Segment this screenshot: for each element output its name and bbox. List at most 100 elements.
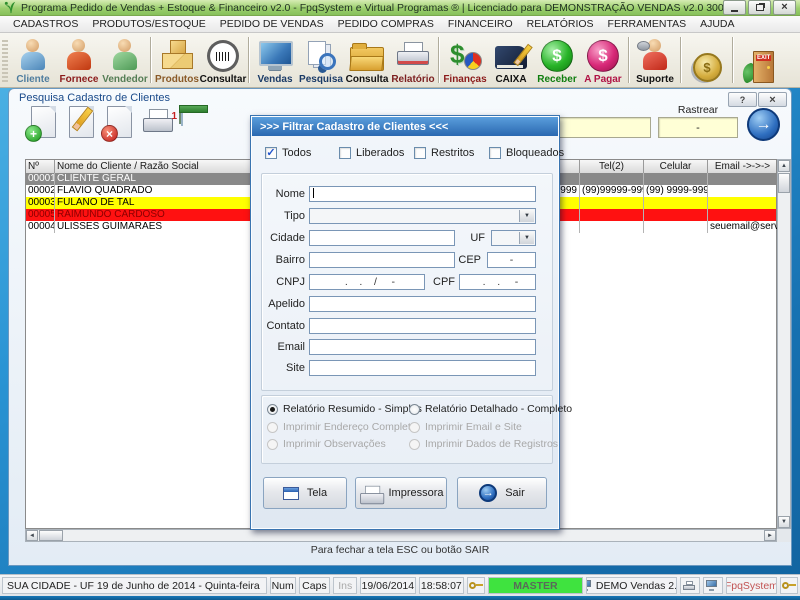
menu-pedido-vendas[interactable]: PEDIDO DE VENDAS — [213, 18, 331, 30]
horizontal-scrollbar[interactable] — [25, 529, 777, 542]
radio-icon[interactable] — [409, 404, 420, 415]
status-network-box[interactable] — [703, 577, 723, 594]
nome-field[interactable] — [309, 186, 536, 202]
add-icon: + — [25, 125, 42, 142]
site-field[interactable] — [309, 360, 536, 376]
toolbar-receber-button[interactable]: Receber — [534, 36, 580, 85]
contato-field[interactable] — [309, 318, 536, 334]
option-imprimir-endereco[interactable]: Imprimir Endereço Completo — [267, 421, 417, 433]
calendar-button[interactable] — [179, 106, 181, 124]
search-go-arrow-icon[interactable] — [747, 108, 780, 141]
toolbar-separator — [732, 37, 734, 83]
option-relatorio-resumido[interactable]: Relatório Resumido - Simples — [267, 403, 422, 415]
delete-record-button[interactable]: × — [107, 106, 132, 138]
scroll-up-icon[interactable] — [778, 160, 790, 172]
col-header-tel2[interactable]: Tel(2) — [580, 160, 644, 173]
toolbar-apagar-button[interactable]: A Pagar — [580, 36, 626, 85]
toolbar-cliente-button[interactable]: Cliente — [10, 36, 56, 85]
edit-record-button[interactable] — [69, 106, 94, 138]
impressora-button[interactable]: Impressora — [355, 477, 447, 509]
scroll-left-icon[interactable] — [26, 530, 38, 541]
toolbar-vendedor-button[interactable]: Vendedor — [102, 36, 148, 85]
tela-button[interactable]: Tela — [263, 477, 347, 509]
col-header-num[interactable]: Nº — [26, 160, 55, 173]
option-imprimir-dados-registros[interactable]: Imprimir Dados de Registros — [409, 438, 558, 450]
menu-financeiro[interactable]: FINANCEIRO — [441, 18, 520, 30]
toolbar-coin-button[interactable] — [684, 36, 730, 85]
email-field[interactable] — [309, 339, 536, 355]
cell-email — [708, 197, 778, 209]
menu-ferramentas[interactable]: FERRAMENTAS — [601, 18, 694, 30]
radio-icon[interactable] — [409, 422, 420, 433]
cep-field[interactable]: - — [487, 252, 536, 268]
toolbar-consulta-button[interactable]: Consulta — [344, 36, 390, 85]
chevron-down-icon[interactable] — [519, 210, 534, 222]
filter-liberados[interactable]: Liberados — [339, 147, 404, 159]
menu-relatorios[interactable]: RELATÓRIOS — [520, 18, 601, 30]
menu-cadastros[interactable]: CADASTROS — [6, 18, 85, 30]
status-time: 18:58:07 — [419, 577, 465, 594]
radio-icon[interactable] — [267, 439, 278, 450]
menu-ajuda[interactable]: AJUDA — [693, 18, 741, 30]
uf-select[interactable] — [491, 230, 536, 246]
radio-icon[interactable] — [267, 422, 278, 433]
cell-num: 00004 — [26, 221, 55, 233]
radio-icon[interactable] — [267, 404, 278, 415]
checkbox-icon[interactable] — [339, 147, 351, 159]
menu-pedido-compras[interactable]: PEDIDO COMPRAS — [331, 18, 441, 30]
bairro-field[interactable] — [309, 252, 455, 268]
close-icon[interactable] — [773, 0, 796, 15]
col-header-celular[interactable]: Celular — [644, 160, 708, 173]
toolbar-exit-button[interactable] — [736, 36, 782, 85]
option-relatorio-detalhado[interactable]: Relatório Detalhado - Completo — [409, 403, 572, 415]
toolbar-vendas-button[interactable]: Vendas — [252, 36, 298, 85]
add-record-button[interactable]: + — [31, 106, 56, 138]
chevron-down-icon[interactable] — [519, 232, 534, 244]
cpf-field[interactable]: . . - — [459, 274, 536, 290]
option-imprimir-email-site[interactable]: Imprimir Email e Site — [409, 421, 522, 433]
sair-button[interactable]: Sair — [457, 477, 547, 509]
phone-search-input[interactable]: - — [658, 117, 738, 138]
tipo-select[interactable] — [309, 208, 536, 224]
restore-icon[interactable] — [748, 0, 771, 15]
toolbar-produtos-button[interactable]: Produtos — [154, 36, 200, 85]
vertical-scroll-thumb[interactable] — [778, 173, 790, 193]
status-print-box[interactable] — [680, 577, 700, 594]
toolbar-pesquisa-button[interactable]: Pesquisa — [298, 36, 344, 85]
radio-icon[interactable] — [409, 439, 420, 450]
site-label: Site — [265, 362, 305, 374]
apelido-field[interactable] — [309, 296, 536, 312]
filter-restritos[interactable]: Restritos — [414, 147, 474, 159]
toolbar-consultar-button[interactable]: Consultar — [200, 36, 246, 85]
pencil-icon — [72, 107, 94, 132]
monitor-icon — [706, 580, 719, 591]
filter-todos[interactable]: Todos — [265, 147, 311, 159]
toolbar-produtos-label: Produtos — [155, 74, 199, 85]
receivable-dollar-icon — [541, 40, 573, 72]
toolbar-caixa-button[interactable]: CAIXA — [488, 36, 534, 85]
toolbar-cliente-label: Cliente — [16, 74, 49, 85]
toolbar-fornecedor-button[interactable]: Fornece — [56, 36, 102, 85]
checkbox-icon[interactable] — [414, 147, 426, 159]
menu-produtos-estoque[interactable]: PRODUTOS/ESTOQUE — [85, 18, 212, 30]
col-header-email[interactable]: Email ->->-> — [708, 160, 778, 173]
toolbar-financas-button[interactable]: Finanças — [442, 36, 488, 85]
main-toolbar: Cliente Fornece Vendedor Produtos Consul… — [0, 33, 800, 88]
scroll-down-icon[interactable] — [778, 516, 790, 528]
toolbar-relatorio-button[interactable]: Relatório — [390, 36, 436, 85]
scroll-right-icon[interactable] — [764, 530, 776, 541]
vertical-scrollbar[interactable] — [777, 159, 791, 529]
cidade-field[interactable] — [309, 230, 455, 246]
checkbox-icon[interactable] — [265, 147, 277, 159]
filter-bloqueados[interactable]: Bloqueados — [489, 147, 564, 159]
cnpj-field[interactable]: . . / - — [309, 274, 425, 290]
minimize-icon[interactable] — [723, 0, 746, 15]
cell-tel2 — [580, 221, 644, 233]
close-window-icon[interactable] — [758, 92, 787, 107]
horizontal-scroll-thumb[interactable] — [39, 530, 63, 541]
option-label: Relatório Detalhado - Completo — [425, 403, 572, 415]
supplier-person-icon — [64, 39, 94, 72]
toolbar-suporte-button[interactable]: Suporte — [632, 36, 678, 85]
checkbox-icon[interactable] — [489, 147, 501, 159]
option-imprimir-observacoes[interactable]: Imprimir Observações — [267, 438, 386, 450]
